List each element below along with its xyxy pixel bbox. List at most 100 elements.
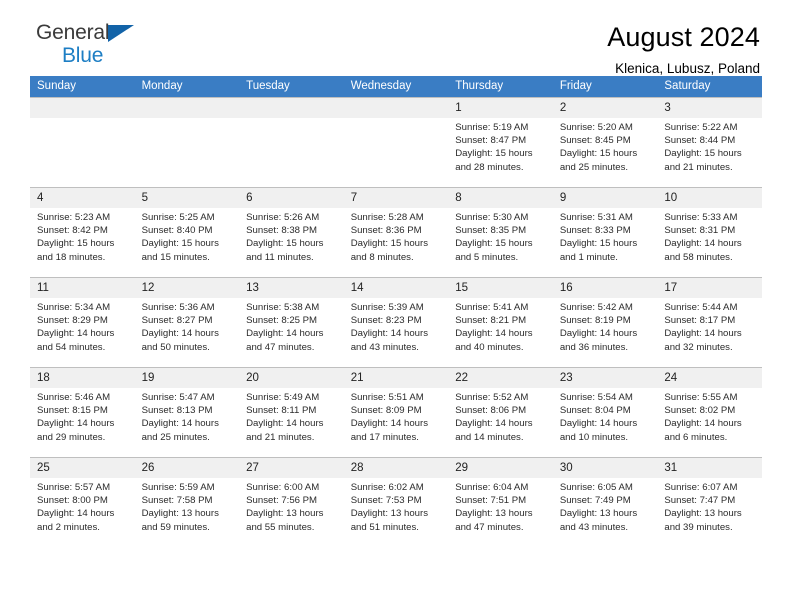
calendar-day-cell[interactable]: 3 Sunrise: 5:22 AM Sunset: 8:44 PM Daylight… <box>657 97 762 188</box>
day-detail-line: Sunrise: 6:00 AM <box>246 482 320 493</box>
day-detail-line: Sunrise: 5:51 AM <box>350 392 424 403</box>
day-detail-line: Daylight: 13 hours <box>664 508 742 520</box>
generalblue-logo[interactable]: General Blue <box>30 22 156 66</box>
day-detail-line: Sunset: 8:04 PM <box>559 405 631 417</box>
day-details: Sunrise: 5:41 AM Sunset: 8:21 PM Daylight:… <box>448 298 553 354</box>
day-number: 7 <box>343 188 449 208</box>
day-details: Sunrise: 5:54 AM Sunset: 8:04 PM Daylight:… <box>553 388 658 444</box>
calendar-day-cell[interactable]: 6 Sunrise: 5:26 AM Sunset: 8:38 PM Daylight… <box>239 187 344 278</box>
day-detail-line: Sunset: 8:27 PM <box>141 315 213 327</box>
day-number: 24 <box>657 368 762 388</box>
day-detail-line: Daylight: 14 hours <box>37 508 115 520</box>
calendar-day-cell[interactable]: 27 Sunrise: 6:00 AM Sunset: 7:56 PM Dayligh… <box>239 457 344 548</box>
day-detail-line: Sunset: 8:35 PM <box>455 225 527 237</box>
day-detail-line: Sunrise: 5:31 AM <box>559 212 633 223</box>
calendar-day-cell[interactable]: 17 Sunrise: 5:44 AM Sunset: 8:17 PM Dayligh… <box>657 277 762 368</box>
day-details: Sunrise: 5:38 AM Sunset: 8:25 PM Daylight:… <box>239 298 344 354</box>
calendar-day-cell[interactable]: 2 Sunrise: 5:20 AM Sunset: 8:45 PM Daylight… <box>552 97 658 188</box>
day-detail-line: Sunrise: 5:30 AM <box>455 212 529 223</box>
calendar-day-cell[interactable]: 14 Sunrise: 5:39 AM Sunset: 8:23 PM Dayligh… <box>343 277 449 368</box>
day-details: Sunrise: 5:34 AM Sunset: 8:29 PM Daylight:… <box>30 298 135 354</box>
calendar-day-cell[interactable]: 31 Sunrise: 6:07 AM Sunset: 7:47 PM Dayligh… <box>657 457 762 548</box>
day-detail-line: and 21 minutes. <box>664 161 733 173</box>
calendar-day-cell[interactable]: 7 Sunrise: 5:28 AM Sunset: 8:36 PM Daylight… <box>343 187 449 278</box>
calendar-day-cell[interactable]: 4 Sunrise: 5:23 AM Sunset: 8:42 PM Daylight… <box>30 187 135 278</box>
calendar-day-cell[interactable]: 10 Sunrise: 5:33 AM Sunset: 8:31 PM Dayligh… <box>657 187 762 278</box>
day-detail-line: Sunset: 7:47 PM <box>664 495 736 507</box>
calendar-day-cell[interactable]: 18 Sunrise: 5:46 AM Sunset: 8:15 PM Dayligh… <box>30 367 135 458</box>
triangle-flag-icon <box>108 25 134 42</box>
calendar-day-cell[interactable]: 16 Sunrise: 5:42 AM Sunset: 8:19 PM Dayligh… <box>552 277 658 368</box>
day-number: 27 <box>239 458 344 478</box>
day-number: 17 <box>657 278 762 298</box>
day-detail-line: and 14 minutes. <box>455 431 524 443</box>
day-detail-line: Sunset: 8:40 PM <box>141 225 213 237</box>
day-detail-line: Sunrise: 5:42 AM <box>559 302 633 313</box>
calendar-day-cell[interactable]: 9 Sunrise: 5:31 AM Sunset: 8:33 PM Daylight… <box>552 187 658 278</box>
calendar-day-cell-empty <box>30 97 135 188</box>
day-detail-line: and 10 minutes. <box>559 431 629 443</box>
day-number: 2 <box>552 98 658 118</box>
weekday-header-monday: Monday <box>134 76 240 98</box>
day-detail-line: Sunset: 8:36 PM <box>350 225 422 237</box>
day-details: Sunrise: 5:55 AM Sunset: 8:02 PM Daylight:… <box>657 388 762 444</box>
day-details: Sunrise: 5:25 AM Sunset: 8:40 PM Daylight:… <box>135 208 240 264</box>
day-detail-line: Daylight: 14 hours <box>559 328 638 340</box>
day-number <box>239 98 344 118</box>
day-detail-line: Sunrise: 5:36 AM <box>141 302 215 313</box>
calendar-day-cell[interactable]: 13 Sunrise: 5:38 AM Sunset: 8:25 PM Dayligh… <box>239 277 344 368</box>
day-detail-line: Sunrise: 5:22 AM <box>664 122 738 133</box>
calendar-day-cell[interactable]: 25 Sunrise: 5:57 AM Sunset: 8:00 PM Dayligh… <box>30 457 135 548</box>
day-detail-line: Sunrise: 5:52 AM <box>455 392 529 403</box>
day-detail-line: Daylight: 15 hours <box>350 238 429 250</box>
calendar-day-cell[interactable]: 23 Sunrise: 5:54 AM Sunset: 8:04 PM Dayligh… <box>552 367 658 458</box>
calendar-day-cell[interactable]: 11 Sunrise: 5:34 AM Sunset: 8:29 PM Dayligh… <box>30 277 135 368</box>
day-detail-line: Daylight: 14 hours <box>246 418 324 430</box>
calendar-day-cell[interactable]: 26 Sunrise: 5:59 AM Sunset: 7:58 PM Dayligh… <box>134 457 240 548</box>
calendar-day-cell[interactable]: 29 Sunrise: 6:04 AM Sunset: 7:51 PM Dayligh… <box>448 457 553 548</box>
day-detail-line: Sunset: 8:47 PM <box>455 135 527 147</box>
day-detail-line: and 51 minutes. <box>350 521 419 533</box>
calendar-day-cell[interactable]: 15 Sunrise: 5:41 AM Sunset: 8:21 PM Dayligh… <box>448 277 553 368</box>
day-detail-line: Sunset: 7:58 PM <box>141 495 213 507</box>
day-details: Sunrise: 5:26 AM Sunset: 8:38 PM Daylight:… <box>239 208 344 264</box>
day-detail-line: Sunset: 7:56 PM <box>246 495 318 507</box>
day-detail-line: and 50 minutes. <box>141 341 210 353</box>
day-number: 20 <box>239 368 344 388</box>
day-detail-line: Sunrise: 6:07 AM <box>664 482 738 493</box>
day-number: 30 <box>552 458 658 478</box>
calendar-day-cell[interactable]: 21 Sunrise: 5:51 AM Sunset: 8:09 PM Dayligh… <box>343 367 449 458</box>
day-detail-line: and 25 minutes. <box>141 431 210 443</box>
day-detail-line: Sunset: 8:44 PM <box>664 135 736 147</box>
day-number: 22 <box>448 368 553 388</box>
day-detail-line: Daylight: 13 hours <box>350 508 429 520</box>
day-detail-line: Daylight: 14 hours <box>141 328 219 340</box>
day-detail-line: Daylight: 14 hours <box>37 418 115 430</box>
calendar-day-cell[interactable]: 30 Sunrise: 6:05 AM Sunset: 7:49 PM Dayligh… <box>552 457 658 548</box>
calendar-day-cell[interactable]: 22 Sunrise: 5:52 AM Sunset: 8:06 PM Dayligh… <box>448 367 553 458</box>
day-number: 3 <box>657 98 762 118</box>
day-number: 21 <box>343 368 449 388</box>
day-number: 14 <box>343 278 449 298</box>
day-detail-line: and 28 minutes. <box>455 161 524 173</box>
day-detail-line: Sunset: 8:00 PM <box>37 495 108 507</box>
day-detail-line: and 17 minutes. <box>350 431 419 443</box>
calendar-day-cell-empty <box>239 97 344 188</box>
day-number: 11 <box>30 278 135 298</box>
calendar-day-cell[interactable]: 5 Sunrise: 5:25 AM Sunset: 8:40 PM Daylight… <box>134 187 240 278</box>
day-details: Sunrise: 5:23 AM Sunset: 8:42 PM Daylight:… <box>30 208 135 264</box>
calendar-day-cell[interactable]: 24 Sunrise: 5:55 AM Sunset: 8:02 PM Dayligh… <box>657 367 762 458</box>
day-detail-line: Sunset: 8:31 PM <box>664 225 736 237</box>
day-detail-line: Sunrise: 5:25 AM <box>141 212 215 223</box>
calendar-day-cell[interactable]: 28 Sunrise: 6:02 AM Sunset: 7:53 PM Dayligh… <box>343 457 449 548</box>
day-details: Sunrise: 5:44 AM Sunset: 8:17 PM Daylight:… <box>657 298 762 354</box>
day-detail-line: Sunset: 8:45 PM <box>559 135 631 147</box>
calendar-day-cell[interactable]: 20 Sunrise: 5:49 AM Sunset: 8:11 PM Dayligh… <box>239 367 344 458</box>
calendar-day-cell[interactable]: 8 Sunrise: 5:30 AM Sunset: 8:35 PM Daylight… <box>448 187 553 278</box>
calendar-day-cell[interactable]: 1 Sunrise: 5:19 AM Sunset: 8:47 PM Daylight… <box>448 97 553 188</box>
day-detail-line: Sunrise: 6:02 AM <box>350 482 424 493</box>
day-detail-line: Sunset: 8:19 PM <box>559 315 631 327</box>
day-detail-line: Sunrise: 5:19 AM <box>455 122 529 133</box>
calendar-day-cell[interactable]: 12 Sunrise: 5:36 AM Sunset: 8:27 PM Dayligh… <box>134 277 240 368</box>
calendar-day-cell[interactable]: 19 Sunrise: 5:47 AM Sunset: 8:13 PM Dayligh… <box>134 367 240 458</box>
